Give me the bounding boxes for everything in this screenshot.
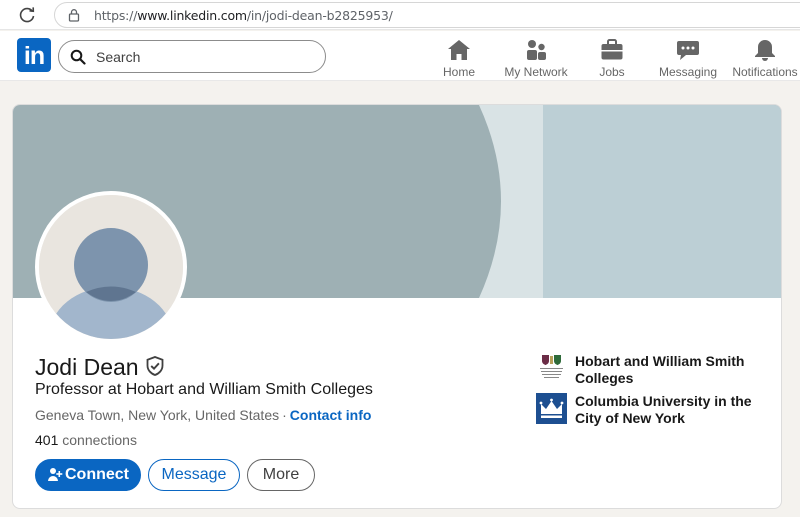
org-name: Columbia University in the City of New Y…: [575, 393, 752, 426]
columbia-crown-logo: [536, 393, 567, 424]
nav-home[interactable]: Home: [441, 36, 477, 79]
linkedin-logo[interactable]: in: [17, 38, 51, 72]
site-info-icon[interactable]: [67, 8, 81, 22]
profile-location: Geneva Town, New York, United States: [35, 407, 280, 423]
search-icon: [70, 49, 86, 65]
hws-crest-logo: [536, 353, 567, 384]
verified-shield-icon[interactable]: [144, 355, 166, 377]
search-input[interactable]: [96, 46, 316, 68]
contact-info-link[interactable]: Contact info: [290, 407, 372, 423]
chat-icon: [677, 41, 699, 60]
bell-icon: [755, 40, 775, 61]
reload-icon[interactable]: [17, 5, 37, 25]
nav-notifications[interactable]: Notifications: [731, 36, 799, 79]
location-separator: ·: [282, 407, 287, 423]
default-avatar-icon: [39, 195, 183, 339]
connect-button[interactable]: Connect: [35, 459, 141, 491]
profile-photo[interactable]: [35, 191, 187, 343]
nav-my-network[interactable]: My Network: [503, 36, 569, 79]
search-box[interactable]: [58, 40, 326, 73]
address-bar[interactable]: https://www.linkedin.com/in/jodi-dean-b2…: [54, 2, 800, 28]
org-name: Hobart and William Smith Colleges: [575, 353, 745, 386]
home-icon: [448, 40, 470, 60]
network-icon: [527, 40, 546, 60]
more-button[interactable]: More: [247, 459, 315, 491]
url-text: https://www.linkedin.com/in/jodi-dean-b2…: [94, 8, 393, 23]
profile-name: Jodi Dean: [35, 354, 139, 380]
message-button[interactable]: Message: [148, 459, 240, 491]
nav-jobs[interactable]: Jobs: [595, 36, 629, 79]
org-columbia[interactable]: Columbia University in the City of New Y…: [536, 393, 776, 429]
profile-location-row: Geneva Town, New York, United States · Con…: [35, 407, 371, 423]
profile-card: Jodi Dean Professor at Hobart and Willia…: [12, 104, 782, 509]
top-navigation: in Home My Network Jobs: [0, 31, 800, 81]
connections-count[interactable]: 401 connections: [35, 432, 137, 448]
briefcase-icon: [601, 39, 623, 60]
browser-toolbar: https://www.linkedin.com/in/jodi-dean-b2…: [0, 0, 800, 30]
profile-headline: Professor at Hobart and William Smith Co…: [35, 381, 373, 398]
org-hws[interactable]: Hobart and William Smith Colleges: [536, 353, 776, 389]
nav-messaging[interactable]: Messaging: [659, 36, 717, 79]
add-person-icon: [48, 468, 63, 481]
